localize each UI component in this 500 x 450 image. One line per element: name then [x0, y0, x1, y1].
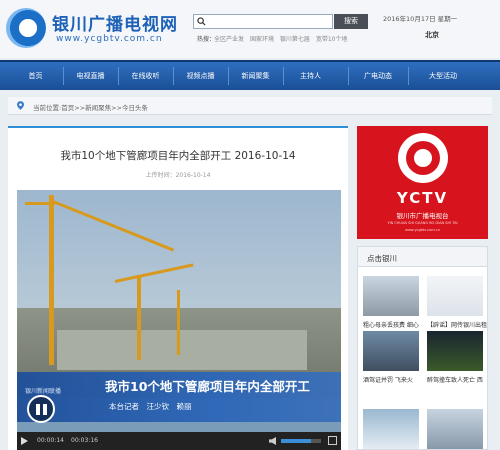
news-caption[interactable]: 【辟谣】网传银川出租	[427, 320, 489, 329]
ad-brand: YCTV	[396, 189, 449, 207]
article-meta: 上传时间：2016-10-14	[145, 172, 211, 179]
hot-link[interactable]: 国家环境	[250, 36, 274, 43]
nav-item-home[interactable]: 首页	[8, 62, 63, 90]
nav-item-events[interactable]: 大型活动	[408, 62, 478, 90]
weather-city: 北京	[425, 31, 439, 39]
breadcrumb: 当前位置:首页>>新闻聚焦>>今日头条	[8, 97, 492, 115]
search-icon	[197, 17, 206, 26]
main-nav: 首页 电视直播 在线收听 视频点播 新闻聚集 主持人 广电动态 大型活动	[0, 60, 500, 90]
hot-link[interactable]: 宽带10个地	[316, 36, 348, 43]
ad-subtitle: 银川市广播电视台	[396, 212, 449, 220]
hot-link[interactable]: 银川第七届	[280, 36, 310, 43]
search-button[interactable]: 搜索	[334, 14, 368, 29]
news-thumbnail[interactable]	[363, 409, 419, 449]
location-pin-icon	[17, 101, 24, 110]
nav-item-hosts[interactable]: 主持人	[283, 62, 338, 90]
ad-url: www.ycgbtv.com.cn	[405, 228, 440, 232]
video-controls: 00:00:14 00:03:16	[17, 432, 341, 450]
breadcrumb-text[interactable]: 当前位置:首页>>新闻聚焦>>今日头条	[33, 102, 148, 112]
search-input[interactable]	[193, 14, 333, 29]
video-player[interactable]: 银川新闻联播 我市10个地下管廊项目年内全部开工 本台记者 汪少钦 赖丽 00:…	[17, 190, 341, 450]
fullscreen-icon[interactable]	[328, 436, 337, 445]
nav-item-live-tv[interactable]: 电视直播	[63, 62, 118, 90]
news-thumbnail[interactable]	[363, 331, 419, 371]
sidebar-header: 点击银川	[358, 247, 487, 267]
site-logo-icon[interactable]	[6, 8, 46, 48]
sidebar-panel: 点击银川 粗心母亲丢孩费 细心 【辟谣】网传银川出租 酒驾证并罚 飞来火 醉驾撞…	[357, 246, 488, 450]
volume-icon[interactable]	[269, 437, 276, 445]
video-duration: 00:03:16	[71, 437, 98, 444]
sidebar-title: 点击银川	[367, 254, 397, 263]
nav-item-vod[interactable]: 视频点播	[173, 62, 228, 90]
ad-pinyin: YIN CHUAN SHI GUANG BO DIAN SHI TAI	[387, 221, 458, 225]
news-thumbnail[interactable]	[427, 409, 483, 449]
news-caption[interactable]: 粗心母亲丢孩费 细心	[363, 320, 425, 329]
volume-slider[interactable]	[281, 439, 321, 443]
hot-search-links: 全区产业发 国家环境 银川第七届 宽带10个地	[214, 34, 351, 43]
article-title: 我市10个地下管廊项目年内全部开工 2016-10-14	[60, 150, 296, 162]
header: 银川广播电视网 www.ycgbtv.com.cn 搜索 热搜： 全区产业发 国…	[0, 0, 500, 58]
site-url: www.ycgbtv.com.cn	[56, 34, 163, 44]
nav-item-radio[interactable]: 在线收听	[118, 62, 173, 90]
hot-link[interactable]: 全区产业发	[214, 36, 244, 43]
nav-item-news[interactable]: 新闻聚集	[228, 62, 283, 90]
hot-search-label: 热搜：	[197, 36, 216, 43]
news-caption[interactable]: 酒驾证并罚 飞来火	[363, 375, 425, 384]
news-caption[interactable]: 醉驾撞车致人死亡 西	[427, 375, 489, 384]
news-thumbnail[interactable]	[363, 276, 419, 316]
current-date: 2016年10月17日 星期一	[383, 15, 458, 23]
play-icon[interactable]	[21, 437, 28, 445]
yctv-ad[interactable]: YCTV 银川市广播电视台 YIN CHUAN SHI GUANG BO DIA…	[357, 126, 488, 239]
video-program-logo: 银川新闻联播	[25, 388, 62, 395]
volume-level	[281, 439, 311, 443]
news-thumbnail[interactable]	[427, 331, 483, 371]
crane-icon	[49, 195, 54, 365]
video-current-time: 00:00:14	[37, 437, 64, 444]
news-thumbnail[interactable]	[427, 276, 483, 316]
pause-icon[interactable]	[27, 395, 55, 423]
video-caption: 我市10个地下管廊项目年内全部开工	[105, 379, 310, 394]
video-reporter: 本台记者 汪少钦 赖丽	[109, 402, 192, 411]
nav-item-broadcast-news[interactable]: 广电动态	[348, 62, 408, 90]
site-title[interactable]: 银川广播电视网	[52, 10, 178, 35]
